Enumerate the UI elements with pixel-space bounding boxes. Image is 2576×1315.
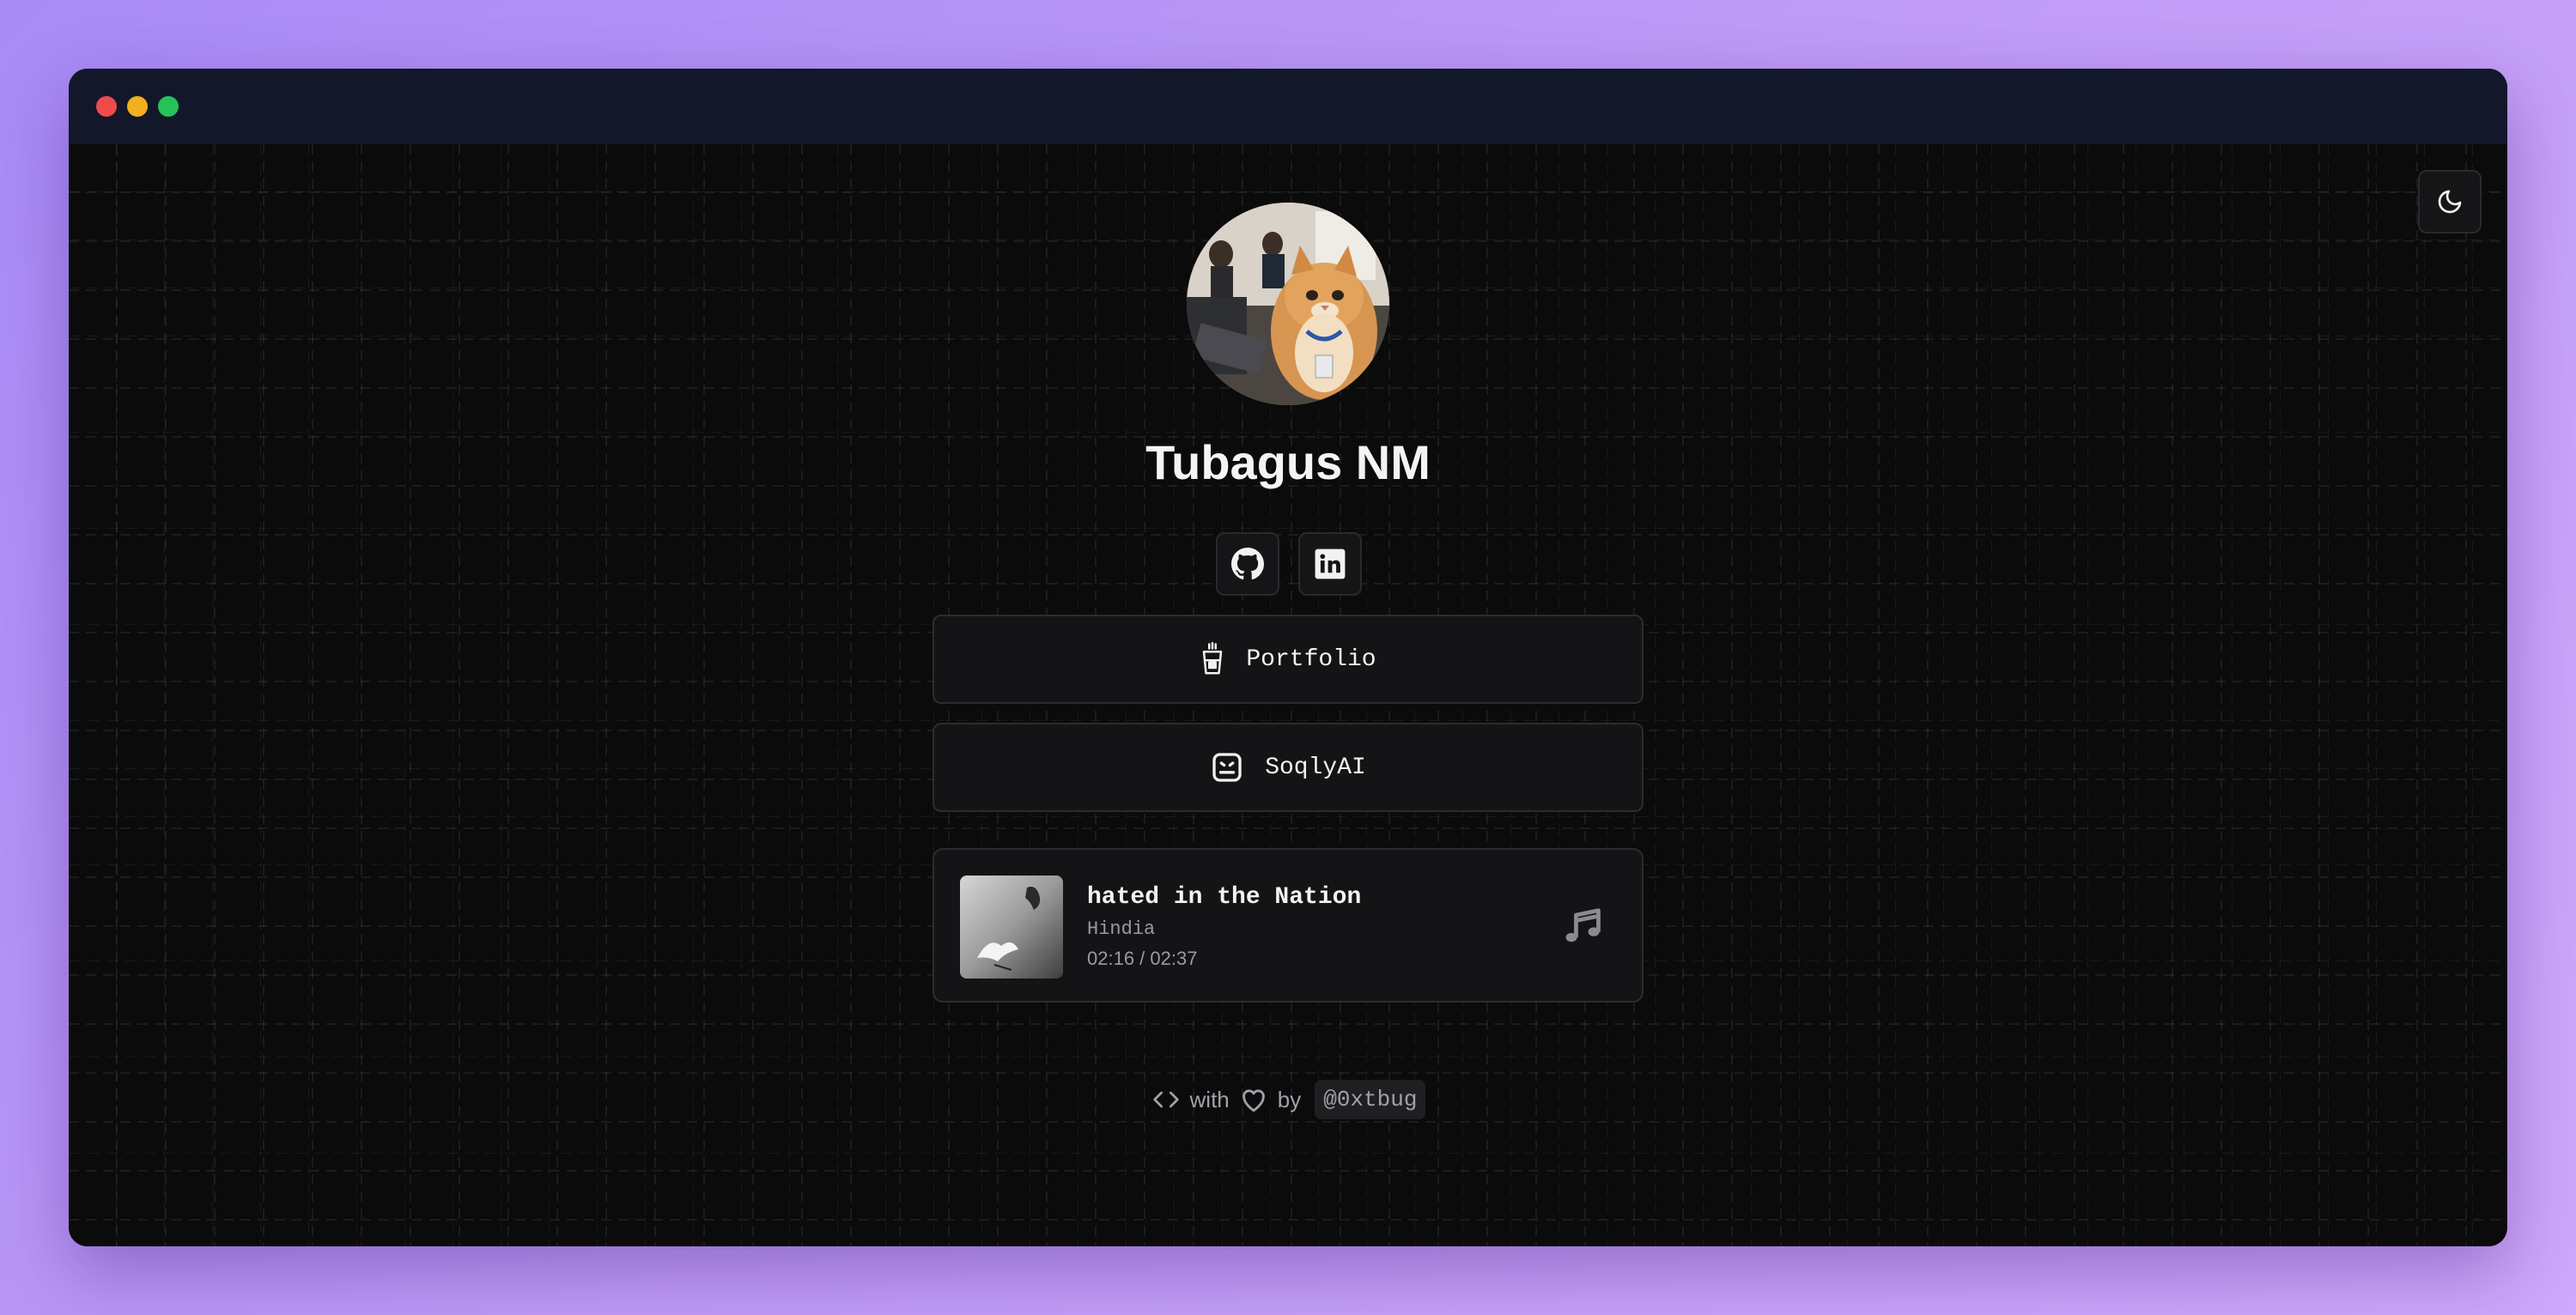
album-cover bbox=[960, 876, 1063, 979]
github-icon bbox=[1231, 548, 1264, 580]
portfolio-link-button[interactable]: Portfolio bbox=[933, 615, 1643, 704]
linkedin-button[interactable] bbox=[1298, 532, 1362, 596]
code-icon bbox=[1152, 1091, 1179, 1108]
footer-credits: with by @0xtbug bbox=[69, 1080, 2507, 1119]
github-button[interactable] bbox=[1216, 532, 1279, 596]
heart-icon bbox=[1242, 1089, 1265, 1112]
author-handle-link[interactable]: @0xtbug bbox=[1315, 1080, 1426, 1119]
avatar bbox=[1187, 203, 1389, 405]
window-titlebar bbox=[69, 69, 2507, 144]
music-note-icon[interactable] bbox=[1559, 903, 1604, 948]
track-title: hated in the Nation bbox=[1087, 884, 1362, 911]
portfolio-link-label: Portfolio bbox=[1246, 645, 1376, 673]
linkedin-icon bbox=[1315, 548, 1346, 579]
profile-name: Tubagus NM bbox=[1145, 435, 1431, 489]
minimize-window-button[interactable] bbox=[127, 96, 148, 117]
browser-window: Tubagus NM Portfolio SoqlyAI hated in th… bbox=[69, 69, 2507, 1246]
soqlyai-link-label: SoqlyAI bbox=[1265, 754, 1366, 781]
moon-icon bbox=[2438, 190, 2462, 214]
bot-icon bbox=[1212, 753, 1242, 782]
music-player-card[interactable]: hated in the Nation Hindia 02:16 / 02:37 bbox=[933, 848, 1643, 1003]
close-window-button[interactable] bbox=[96, 96, 117, 117]
footer-with-text: with bbox=[1189, 1086, 1230, 1112]
footer-by-text: by bbox=[1277, 1086, 1302, 1112]
maximize-window-button[interactable] bbox=[158, 96, 179, 117]
track-time: 02:16 / 02:37 bbox=[1087, 948, 1198, 969]
theme-toggle-button[interactable] bbox=[2418, 170, 2482, 233]
page-content: Tubagus NM Portfolio SoqlyAI hated in th… bbox=[69, 144, 2507, 1246]
track-artist: Hindia bbox=[1087, 918, 1156, 940]
soqlyai-link-button[interactable]: SoqlyAI bbox=[933, 723, 1643, 812]
coffee-cup-icon bbox=[1203, 642, 1223, 675]
